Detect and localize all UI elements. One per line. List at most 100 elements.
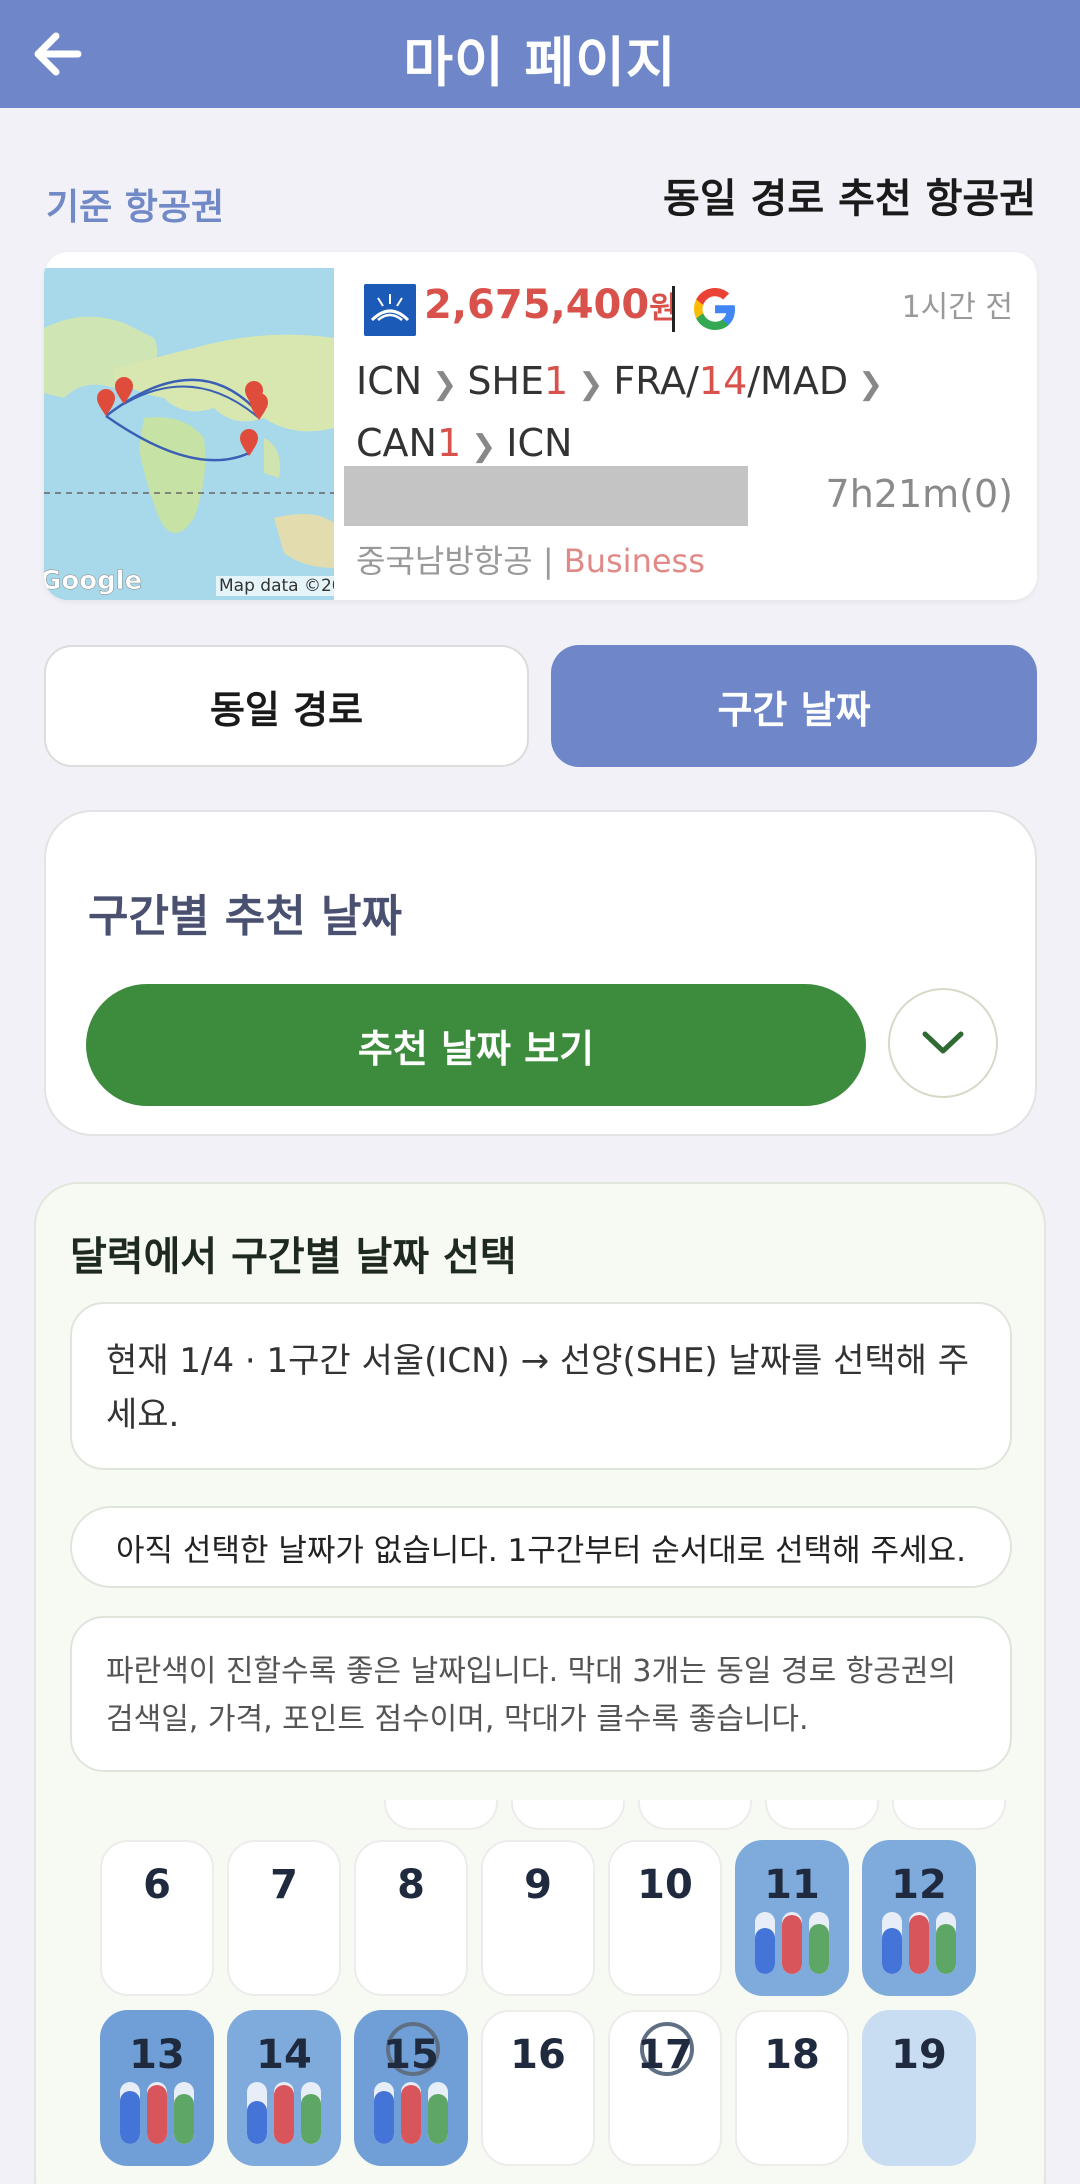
calendar-day-number: 19 bbox=[891, 2032, 947, 2078]
score-bar-fill bbox=[400, 2085, 421, 2144]
ticket-price: 2,675,400원 bbox=[424, 282, 677, 328]
expand-toggle-button[interactable] bbox=[888, 988, 998, 1098]
calendar-day[interactable]: 13 bbox=[100, 2010, 214, 2166]
calendar-day-number: 10 bbox=[637, 1862, 693, 1908]
score-bar-fill bbox=[246, 2100, 267, 2144]
score-bar bbox=[273, 2082, 294, 2144]
current-step-message: 현재 1/4 · 1구간 서울(ICN) → 선양(SHE) 날짜를 선택해 주… bbox=[70, 1302, 1012, 1470]
calendar-day[interactable]: 8 bbox=[354, 1840, 468, 1996]
calendar-day[interactable]: 10 bbox=[608, 1840, 722, 1996]
app-bar: 마이 페이지 bbox=[0, 0, 1080, 108]
google-map-logo: Google bbox=[44, 566, 143, 597]
score-bar bbox=[373, 2082, 394, 2144]
calendar-day-number: 13 bbox=[129, 2032, 185, 2078]
score-bar-fill bbox=[373, 2091, 394, 2144]
score-bars bbox=[243, 2082, 325, 2144]
calendar-day[interactable]: 18 bbox=[735, 2010, 849, 2166]
score-bar-fill bbox=[174, 2094, 195, 2144]
calendar-day[interactable]: 6 bbox=[100, 1840, 214, 1996]
calendar-day-number: 6 bbox=[143, 1862, 171, 1908]
score-bar bbox=[881, 1912, 902, 1974]
score-bar-fill bbox=[146, 2085, 167, 2144]
calendar-day[interactable]: 12 bbox=[862, 1840, 976, 1996]
tab-segment-dates[interactable]: 구간 날짜 bbox=[551, 645, 1037, 767]
calendar-day-number: 11 bbox=[764, 1862, 820, 1908]
score-bar bbox=[174, 2082, 195, 2144]
score-bar bbox=[301, 2082, 322, 2144]
chevron-right-icon: ❯ bbox=[858, 367, 884, 402]
route-stop: ICN bbox=[506, 421, 573, 465]
score-bars bbox=[878, 1912, 960, 1974]
calendar-day[interactable]: 9 bbox=[481, 1840, 595, 1996]
calendar-day[interactable]: 16 bbox=[481, 2010, 595, 2166]
score-bar bbox=[146, 2082, 167, 2144]
recommend-card: 구간별 추천 날짜 추천 날짜 보기 bbox=[44, 810, 1037, 1136]
carrier-info: 중국남방항공 | Business bbox=[356, 542, 705, 580]
route-map: Google Map data ©20 bbox=[44, 268, 334, 600]
price-divider bbox=[672, 286, 675, 332]
score-bar-fill bbox=[273, 2085, 294, 2144]
route-stop: SHE1 bbox=[467, 359, 569, 403]
calendar-day-number: 18 bbox=[764, 2032, 820, 2078]
calendar-day-number: 12 bbox=[891, 1862, 947, 1908]
calendar-day-number: 7 bbox=[270, 1862, 298, 1908]
score-bar-fill bbox=[908, 1915, 929, 1974]
calendar-day-stub bbox=[384, 1800, 498, 1830]
score-bar-fill bbox=[301, 2094, 322, 2144]
calendar-day[interactable]: 19 bbox=[862, 2010, 976, 2166]
score-bar bbox=[428, 2082, 449, 2144]
calendar-title: 달력에서 구간별 날짜 선택 bbox=[70, 1234, 517, 1280]
calendar-day[interactable]: 15 bbox=[354, 2010, 468, 2166]
world-map-image bbox=[44, 268, 334, 600]
google-g-icon bbox=[694, 288, 735, 330]
calendar-day-stub bbox=[638, 1800, 752, 1830]
calendar-day-stub bbox=[765, 1800, 879, 1830]
calendar-day-stub bbox=[892, 1800, 1006, 1830]
base-ticket-label: 기준 항공권 bbox=[46, 187, 225, 228]
calendar-day[interactable]: 7 bbox=[227, 1840, 341, 1996]
calendar-day-number: 9 bbox=[524, 1862, 552, 1908]
route-stop: ICN bbox=[356, 359, 423, 403]
score-bar bbox=[781, 1912, 802, 1974]
calendar-day-number: 16 bbox=[510, 2032, 566, 2078]
score-bar-fill bbox=[428, 2094, 449, 2144]
score-bar bbox=[936, 1912, 957, 1974]
chevron-down-icon bbox=[922, 1031, 964, 1054]
score-bars bbox=[370, 2082, 452, 2144]
score-bar-fill bbox=[936, 1924, 957, 1974]
score-bars bbox=[751, 1912, 833, 1974]
calendar-day-number: 14 bbox=[256, 2032, 312, 2078]
chevron-right-icon: ❯ bbox=[578, 367, 604, 402]
score-bar bbox=[754, 1912, 775, 1974]
tab-same-route[interactable]: 동일 경로 bbox=[44, 645, 529, 767]
ticket-card[interactable]: Google Map data ©20 2,675,400원 1시간 전 ICN… bbox=[44, 252, 1037, 600]
calendar-day-number: 15 bbox=[383, 2032, 439, 2078]
calendar-day[interactable]: 17 bbox=[608, 2010, 722, 2166]
score-bar bbox=[400, 2082, 421, 2144]
score-bar-fill bbox=[809, 1924, 830, 1974]
score-bar-fill bbox=[881, 1927, 902, 1974]
score-bar bbox=[246, 2082, 267, 2144]
calendar-day-number: 8 bbox=[397, 1862, 425, 1908]
no-selection-message: 아직 선택한 날짜가 없습니다. 1구간부터 순서대로 선택해 주세요. bbox=[70, 1506, 1012, 1588]
calendar-day-number: 17 bbox=[637, 2032, 693, 2078]
recommend-title: 구간별 추천 날짜 bbox=[88, 891, 402, 942]
route-stop: CAN1 bbox=[356, 421, 462, 465]
view-recommended-dates-button[interactable]: 추천 날짜 보기 bbox=[86, 984, 866, 1106]
calendar-grid: 6 7 8 9 10 11 12 13 14 15 16 17 18 19 bbox=[66, 1800, 1024, 2184]
calendar-day[interactable]: 11 bbox=[735, 1840, 849, 1996]
flight-duration: 7h21m(0) bbox=[825, 472, 1013, 516]
legend-message: 파란색이 진할수록 좋은 날짜입니다. 막대 3개는 동일 경로 항공권의 검색… bbox=[70, 1616, 1012, 1772]
score-bars bbox=[116, 2082, 198, 2144]
same-route-label: 동일 경로 추천 항공권 bbox=[663, 176, 1036, 222]
chevron-right-icon: ❯ bbox=[432, 367, 458, 402]
map-credit: Map data ©20 bbox=[216, 576, 334, 596]
page-title: 마이 페이지 bbox=[403, 31, 677, 94]
redacted-block bbox=[344, 466, 748, 526]
chevron-right-icon: ❯ bbox=[471, 429, 497, 464]
route-path: ICN ❯ SHE1 ❯ FRA/14/MAD ❯ CAN1 ❯ ICN bbox=[356, 352, 996, 476]
score-bar-fill bbox=[119, 2091, 140, 2144]
calendar-day-stub bbox=[511, 1800, 625, 1830]
score-bar-fill bbox=[781, 1915, 802, 1974]
calendar-day[interactable]: 14 bbox=[227, 2010, 341, 2166]
